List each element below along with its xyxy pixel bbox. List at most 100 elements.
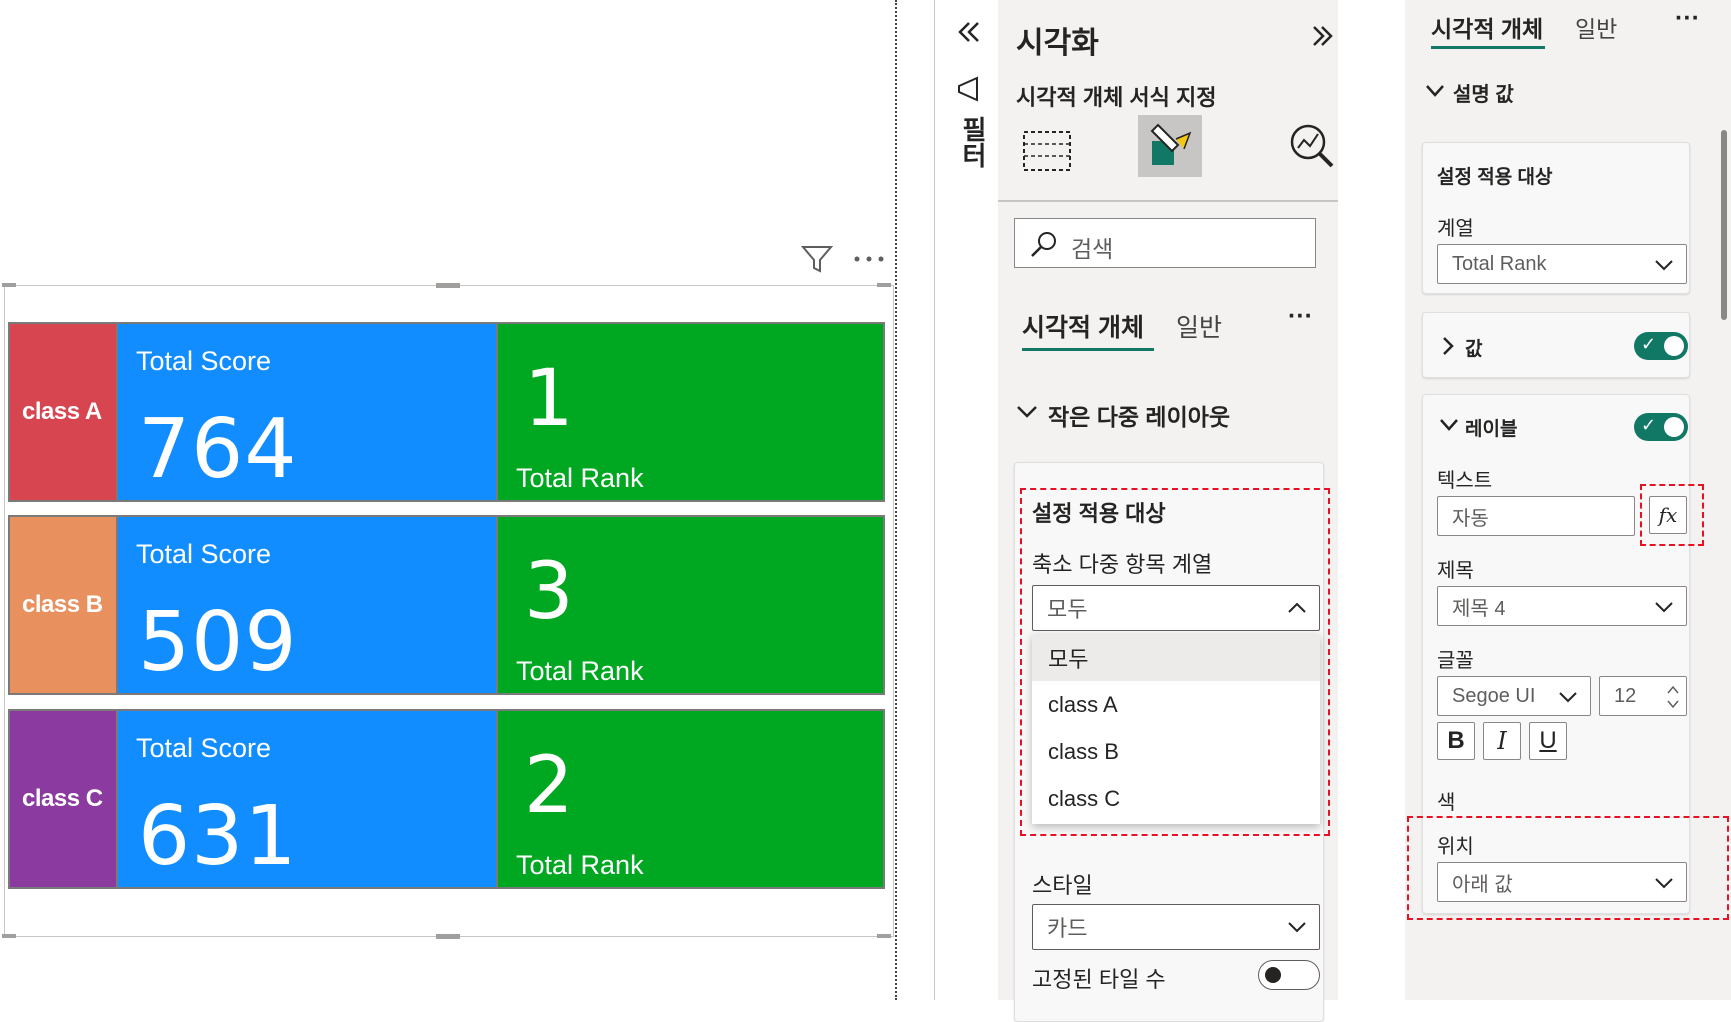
chevron-down-icon (1440, 419, 1458, 431)
rank-value: 2 (524, 741, 574, 831)
more-icon[interactable] (852, 254, 886, 264)
bold-button[interactable]: B (1437, 722, 1475, 760)
tile-row-class-b[interactable]: class B Total Score 509 3 Total Rank (8, 515, 885, 695)
filters-label[interactable]: 필터 (955, 116, 992, 168)
tile-row-class-a[interactable]: class A Total Score 764 1 Total Rank (8, 322, 885, 502)
tab-general[interactable]: 일반 (1176, 308, 1222, 344)
heading-select[interactable]: 제목 4 (1437, 586, 1687, 626)
series-label: 계열 (1437, 218, 1474, 240)
rank-label: Total Rank (516, 850, 644, 880)
scrollbar[interactable] (1721, 130, 1727, 320)
build-visual-icon[interactable] (1022, 126, 1072, 174)
format-visual-pane: 시각적 개체 일반 ··· 설명 값 설정 적용 대상 계열 Total Ran… (1405, 0, 1731, 1000)
score-card: Total Score 631 (116, 711, 496, 887)
text-input[interactable]: 자동 (1437, 496, 1635, 536)
tile-class-label: class B (10, 517, 116, 693)
more-options-button[interactable]: ··· (1288, 302, 1313, 331)
tab-visual[interactable]: 시각적 개체 (1022, 308, 1144, 344)
filters-collapsed-pane[interactable]: 필터 (934, 0, 998, 1000)
resize-handle[interactable] (436, 283, 460, 288)
active-tab-indicator (1022, 348, 1154, 351)
text-input-value: 자동 (1452, 507, 1489, 530)
chevron-right-icon (1443, 337, 1454, 355)
values-toggle[interactable]: ✓ (1634, 332, 1688, 360)
collapse-left-icon[interactable] (955, 18, 983, 46)
resize-handle[interactable] (877, 934, 891, 938)
rank-card: 1 Total Rank (496, 324, 883, 500)
chevron-down-icon (1288, 922, 1306, 933)
font-size-stepper[interactable]: 12 (1599, 676, 1687, 716)
chevron-down-icon (1017, 406, 1037, 418)
search-box[interactable]: 검색 (1014, 218, 1316, 268)
chevron-down-icon (1655, 260, 1673, 271)
rank-card: 3 Total Rank (496, 517, 883, 693)
underline-button[interactable]: U (1529, 722, 1567, 760)
highlight-box (1640, 484, 1704, 546)
more-options-button[interactable]: ··· (1675, 4, 1700, 33)
format-settings-area: 검색 시각적 개체 일반 ··· 작은 다중 레이아웃 설정 적용 대상 축소 … (998, 200, 1338, 1022)
tab-visual[interactable]: 시각적 개체 (1431, 10, 1543, 44)
search-placeholder: 검색 (1071, 236, 1114, 262)
tab-general[interactable]: 일반 (1575, 10, 1617, 44)
resize-handle[interactable] (2, 934, 16, 938)
search-icon (1031, 232, 1056, 257)
text-label: 텍스트 (1437, 470, 1493, 492)
score-title: Total Score (136, 539, 272, 569)
rank-value: 3 (524, 547, 574, 637)
heading-label: 제목 (1437, 560, 1474, 582)
rank-label: Total Rank (516, 463, 644, 493)
section-title: 설명 값 (1453, 84, 1514, 106)
labels-section-title[interactable]: 레이블 (1465, 414, 1517, 441)
highlight-box (1407, 816, 1729, 920)
fixed-tiles-label: 고정된 타일 수 (1032, 967, 1166, 992)
tile-row-class-c[interactable]: class C Total Score 631 2 Total Rank (8, 709, 885, 889)
rank-value: 1 (524, 354, 574, 444)
style-select-value: 카드 (1047, 916, 1088, 941)
tile-class-label: class C (10, 711, 116, 887)
italic-label: I (1497, 727, 1507, 755)
format-visual-tab[interactable] (1138, 115, 1202, 177)
rank-card: 2 Total Rank (496, 711, 883, 887)
style-select[interactable]: 카드 (1032, 904, 1320, 950)
chevron-down-icon (1655, 602, 1673, 613)
apply-to-heading: 설정 적용 대상 (1437, 167, 1553, 188)
color-label: 색 (1437, 792, 1456, 814)
heading-select-value: 제목 4 (1452, 597, 1506, 620)
pane-title: 시각화 (1016, 27, 1099, 60)
score-value: 764 (138, 402, 298, 497)
highlight-box (1020, 488, 1330, 836)
resize-handle[interactable] (877, 283, 891, 287)
chevron-down-icon (1426, 85, 1444, 97)
canvas-edge (895, 0, 897, 1000)
labels-toggle[interactable]: ✓ (1634, 413, 1688, 441)
score-card: Total Score 764 (116, 324, 496, 500)
format-visual-icon (1150, 123, 1192, 165)
bold-label: B (1447, 727, 1465, 754)
values-section-title: 값 (1465, 339, 1483, 360)
rank-label: Total Rank (516, 656, 644, 686)
font-label: 글꼴 (1437, 650, 1474, 672)
section-title: 작은 다중 레이아웃 (1048, 404, 1231, 430)
filter-icon[interactable] (800, 244, 834, 274)
expand-right-icon[interactable] (1310, 22, 1334, 50)
score-title: Total Score (136, 733, 272, 763)
resize-handle[interactable] (436, 934, 460, 939)
megaphone-icon (958, 76, 978, 102)
chevron-down-icon (1559, 692, 1577, 703)
font-family-select[interactable]: Segoe UI (1437, 676, 1591, 716)
analytics-icon[interactable] (1286, 120, 1336, 170)
series-select-value: Total Rank (1452, 252, 1547, 275)
style-label: 스타일 (1032, 873, 1093, 898)
resize-handle[interactable] (2, 283, 16, 287)
font-size-value: 12 (1614, 684, 1637, 707)
active-tab-indicator (1431, 46, 1545, 49)
underline-label: U (1539, 727, 1557, 754)
italic-button[interactable]: I (1483, 722, 1521, 760)
score-value: 631 (138, 789, 298, 884)
series-select[interactable]: Total Rank (1437, 244, 1687, 284)
fixed-tiles-toggle[interactable] (1258, 960, 1320, 990)
score-value: 509 (138, 595, 298, 690)
visualizations-pane: 시각화 시각적 개체 서식 지정 검색 시각적 개체 일반 ··· 작은 다중 … (998, 0, 1338, 1022)
stepper-arrows-icon[interactable] (1666, 683, 1680, 711)
tile-class-label: class A (10, 324, 116, 500)
